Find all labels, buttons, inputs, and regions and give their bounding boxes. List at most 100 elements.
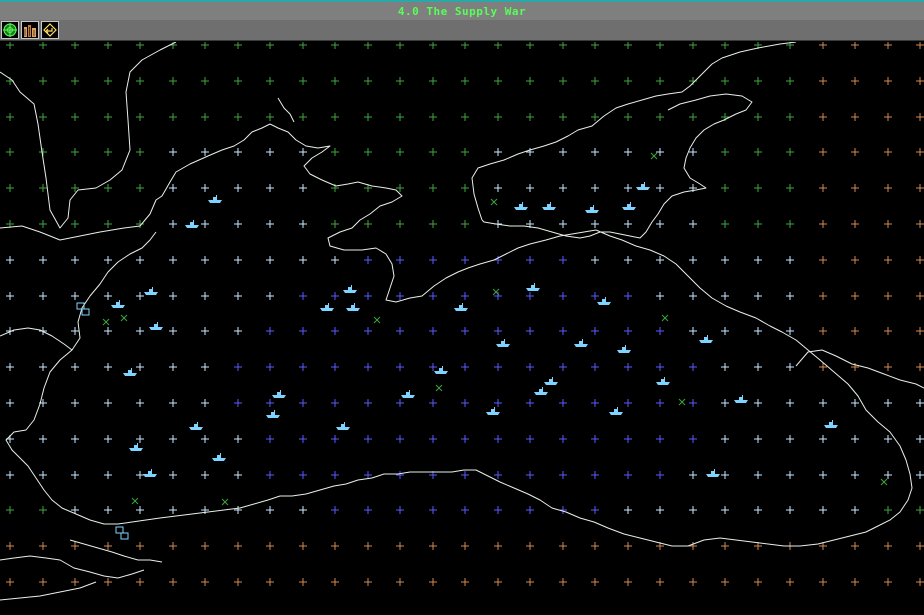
grid-cross: [201, 578, 209, 586]
grid-cross: [916, 148, 924, 156]
ship-unit[interactable]: [699, 335, 713, 343]
grid-cross: [429, 77, 437, 85]
ship-unit[interactable]: [343, 285, 357, 293]
grid-cross: [461, 113, 469, 121]
grid-cross: [591, 148, 599, 156]
grid-cross: [331, 578, 339, 586]
ship-units[interactable]: [111, 182, 838, 477]
ship-unit[interactable]: [144, 287, 158, 295]
grid-cross: [884, 471, 892, 479]
grid-cross: [754, 399, 762, 407]
grid-cross: [656, 578, 664, 586]
grid-cross: [396, 471, 404, 479]
ship-unit[interactable]: [574, 339, 588, 347]
grid-cross: [461, 471, 469, 479]
grid-cross: [526, 77, 534, 85]
ship-unit[interactable]: [208, 195, 222, 203]
ship-unit[interactable]: [656, 377, 670, 385]
grid-cross: [104, 256, 112, 264]
grid-cross: [299, 184, 307, 192]
grid-cross: [851, 113, 859, 121]
grid-cross: [266, 42, 274, 49]
ship-unit[interactable]: [542, 202, 556, 210]
grid-cross: [624, 292, 632, 300]
ship-unit[interactable]: [824, 420, 838, 428]
ship-unit[interactable]: [346, 303, 360, 311]
ship-unit[interactable]: [401, 390, 415, 398]
grid-cross: [851, 327, 859, 335]
ship-unit[interactable]: [706, 469, 720, 477]
port-marker[interactable]: [76, 302, 90, 316]
grid-cross: [299, 113, 307, 121]
grid-cross: [201, 399, 209, 407]
grid-cross: [39, 578, 47, 586]
ship-unit[interactable]: [149, 322, 163, 330]
ship-unit[interactable]: [454, 303, 468, 311]
ship-unit[interactable]: [496, 339, 510, 347]
grid-cross: [786, 113, 794, 121]
ship-unit[interactable]: [636, 182, 650, 190]
ship-unit[interactable]: [622, 202, 636, 210]
ship-unit[interactable]: [486, 407, 500, 415]
grid-cross: [169, 220, 177, 228]
ship-unit[interactable]: [320, 303, 334, 311]
ship-unit[interactable]: [336, 422, 350, 430]
grid-cross: [234, 220, 242, 228]
buildings-icon: [24, 25, 36, 37]
buildings-button[interactable]: [21, 21, 39, 39]
grid-cross: [104, 363, 112, 371]
grid-cross: [656, 256, 664, 264]
grid-cross: [104, 327, 112, 335]
grid-cross: [71, 42, 79, 49]
grid-cross: [884, 42, 892, 49]
grid-cross: [819, 42, 827, 49]
grid-cross: [396, 578, 404, 586]
ship-unit[interactable]: [143, 469, 157, 477]
ship-unit[interactable]: [272, 390, 286, 398]
ship-unit[interactable]: [123, 368, 137, 376]
grid-cross: [6, 578, 14, 586]
port-markers[interactable]: [76, 302, 129, 540]
ship-unit[interactable]: [212, 453, 226, 461]
grid-cross: [916, 77, 924, 85]
map-canvas[interactable]: [0, 42, 924, 615]
ship-unit[interactable]: [266, 410, 280, 418]
grid-cross: [396, 542, 404, 550]
ship-unit[interactable]: [734, 395, 748, 403]
target-button[interactable]: [1, 21, 19, 39]
grid-cross: [6, 184, 14, 192]
ship-unit[interactable]: [526, 283, 540, 291]
ship-unit[interactable]: [534, 387, 548, 395]
strategic-map[interactable]: [0, 42, 924, 615]
return-button[interactable]: [41, 21, 59, 39]
grid-cross: [461, 399, 469, 407]
grid-cross: [494, 148, 502, 156]
grid-cross: [494, 77, 502, 85]
ship-unit[interactable]: [111, 300, 125, 308]
ship-unit[interactable]: [185, 220, 199, 228]
grid-cross: [331, 220, 339, 228]
grid-cross: [39, 506, 47, 514]
ship-unit[interactable]: [585, 205, 599, 213]
grid-cross: [819, 292, 827, 300]
grid-cross: [884, 327, 892, 335]
ship-unit[interactable]: [617, 345, 631, 353]
grid-cross: [71, 578, 79, 586]
ship-unit[interactable]: [514, 202, 528, 210]
grid-cross: [266, 184, 274, 192]
ship-unit[interactable]: [597, 297, 611, 305]
port-marker[interactable]: [115, 526, 129, 540]
ship-unit[interactable]: [544, 377, 558, 385]
ship-unit[interactable]: [189, 422, 203, 430]
grid-cross: [266, 435, 274, 443]
grid-cross: [39, 113, 47, 121]
grid-cross: [169, 77, 177, 85]
title-bar: 4.0 The Supply War: [0, 0, 924, 20]
grid-cross: [396, 113, 404, 121]
grid-cross: [689, 220, 697, 228]
wreck-markers: [102, 152, 888, 506]
grid-cross: [201, 220, 209, 228]
ship-unit[interactable]: [609, 407, 623, 415]
ship-unit[interactable]: [129, 443, 143, 451]
grid-cross: [364, 506, 372, 514]
